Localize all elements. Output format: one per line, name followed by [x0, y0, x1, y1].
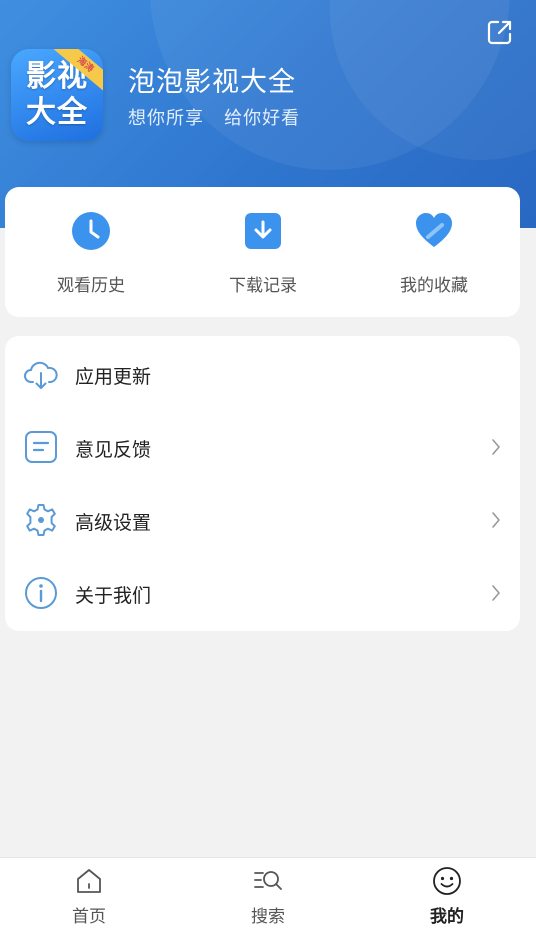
chevron-right-icon: [492, 585, 500, 601]
menu-item-label: 关于我们: [75, 585, 152, 607]
share-icon: [487, 20, 512, 45]
tab-label: 我的: [430, 907, 464, 927]
chevron-right-icon: [492, 439, 500, 455]
search-list-icon: [254, 871, 282, 890]
clock-icon: [72, 212, 110, 250]
tab-label: 首页: [72, 907, 106, 927]
info-icon: [25, 577, 57, 609]
home-icon: [77, 869, 101, 893]
tab-label: 搜索: [251, 907, 285, 927]
menu-item-app-update[interactable]: 应用更新: [5, 338, 520, 411]
settings-menu: 应用更新 意见反馈 高级设置 关于我们: [5, 336, 520, 631]
menu-item-label: 应用更新: [75, 366, 152, 388]
bottom-tab-bar: 首页 搜索 我的: [0, 857, 536, 928]
quick-actions-card: 观看历史 下载记录 我的收藏: [5, 187, 520, 317]
tab-mine[interactable]: 我的: [358, 858, 536, 928]
quick-action-label: 观看历史: [57, 276, 125, 296]
app-slogan: 想你所享 给你好看: [128, 108, 301, 129]
app-logo: 影视 大全 海涛: [11, 49, 103, 141]
menu-item-label: 意见反馈: [75, 439, 152, 461]
tab-search[interactable]: 搜索: [179, 858, 357, 928]
download-icon: [245, 213, 281, 249]
app-name: 泡泡影视大全: [128, 67, 296, 98]
chevron-right-icon: [492, 512, 500, 528]
quick-action-downloads[interactable]: 下载记录: [177, 187, 349, 317]
smiley-icon: [433, 867, 461, 895]
quick-action-label: 下载记录: [229, 276, 297, 296]
quick-action-history[interactable]: 观看历史: [5, 187, 177, 317]
feedback-icon: [25, 431, 57, 463]
cloud-download-icon: [24, 361, 58, 389]
heart-icon: [416, 213, 452, 247]
menu-item-advanced-settings[interactable]: 高级设置: [5, 484, 520, 557]
tab-home[interactable]: 首页: [0, 858, 178, 928]
menu-item-about-us[interactable]: 关于我们: [5, 557, 520, 630]
share-button[interactable]: [486, 18, 514, 46]
gear-icon: [26, 504, 56, 536]
menu-item-feedback[interactable]: 意见反馈: [5, 411, 520, 484]
menu-item-label: 高级设置: [75, 512, 152, 534]
quick-action-favorites[interactable]: 我的收藏: [348, 187, 520, 317]
quick-action-label: 我的收藏: [400, 276, 468, 296]
